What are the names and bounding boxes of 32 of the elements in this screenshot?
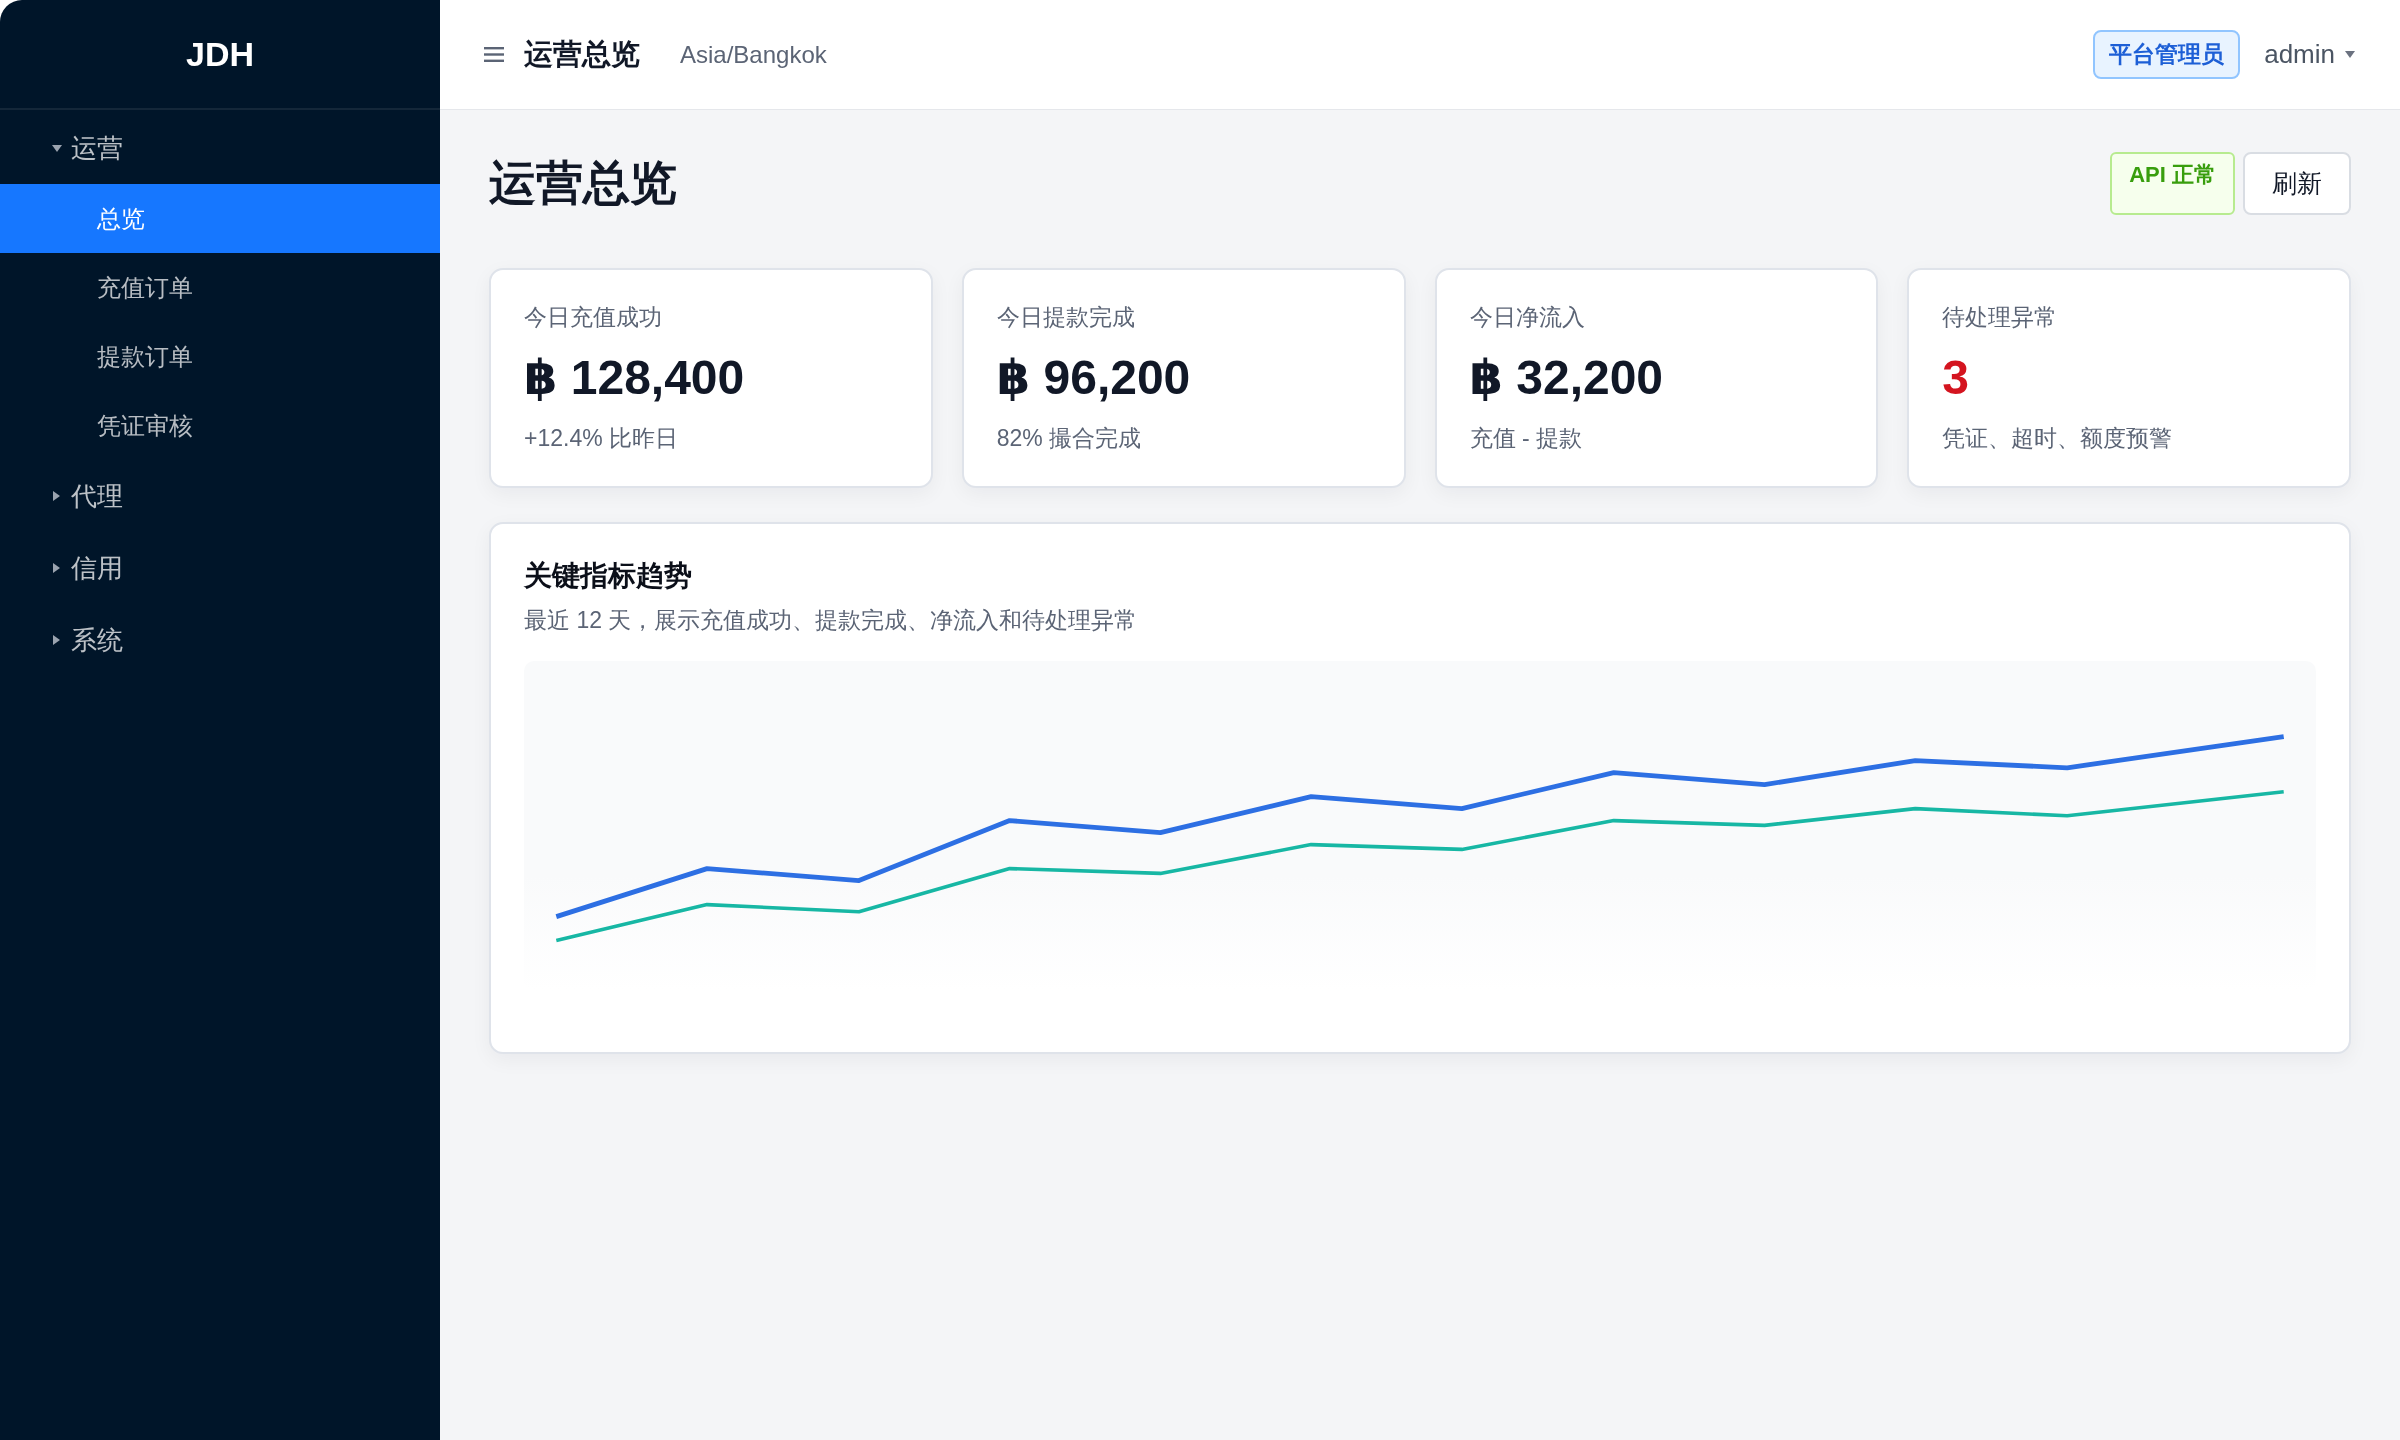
user-menu[interactable]: admin (2264, 39, 2355, 70)
stat-value: ฿ 32,200 (1469, 350, 1664, 406)
status-tag: API 正常 (2110, 152, 2235, 215)
stat-label: 今日净流入 (1469, 303, 1585, 332)
stat-note: 充值 - 提款 (1469, 424, 1582, 453)
menu-group[interactable]: 代理 (0, 460, 440, 532)
chart-subtitle: 最近 12 天，展示充值成功、提款完成、净流入和待处理异常 (524, 606, 1138, 635)
stat-label: 待处理异常 (1942, 303, 2058, 332)
menu-item[interactable]: 凭证审核 (0, 391, 440, 460)
caret-icon (2345, 51, 2355, 58)
brand-logo: JDH (186, 34, 254, 74)
stat-label: 今日充值成功 (524, 303, 662, 332)
menu-item[interactable]: 总览 (0, 184, 440, 253)
stat-note: 82% 撮合完成 (996, 424, 1142, 453)
menu-item[interactable]: 充值订单 (0, 253, 440, 322)
stat-value: ฿ 128,400 (524, 350, 745, 406)
timezone-label: Asia/Bangkok (680, 40, 827, 69)
refresh-button[interactable]: 刷新 (2243, 152, 2351, 215)
menu-group[interactable]: 系统 (0, 604, 440, 676)
chart-title: 关键指标趋势 (524, 559, 692, 593)
stat-label: 今日提款完成 (996, 303, 1135, 332)
menu-group[interactable]: 信用 (0, 532, 440, 604)
menu-icon[interactable] (484, 47, 504, 62)
stat-note: 凭证、超时、额度预警 (1942, 424, 2173, 453)
page-heading: 运营总览 (489, 155, 677, 211)
stat-value: ฿ 96,200 (996, 350, 1191, 406)
menu-group[interactable]: 运营 (0, 112, 440, 184)
menu-item[interactable]: 提款订单 (0, 322, 440, 391)
stat-note: +12.4% 比昨日 (524, 424, 679, 453)
role-badge: 平台管理员 (2093, 30, 2241, 79)
stat-value: 3 (1942, 350, 1969, 406)
header-title: 运营总览 (524, 36, 640, 72)
